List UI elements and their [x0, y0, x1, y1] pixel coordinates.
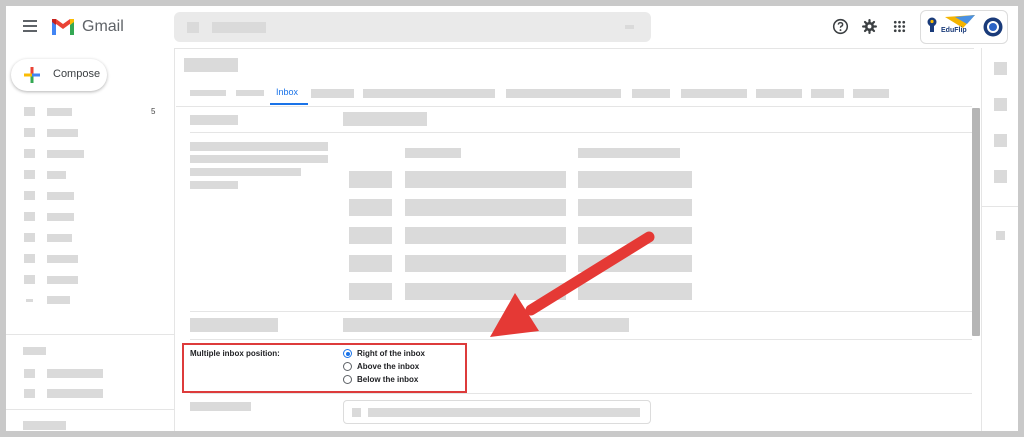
app-window: Gmail EduFlip Compose 5 Inbox Multiple i…: [6, 6, 1018, 431]
annotation-arrow-icon: [490, 231, 655, 337]
